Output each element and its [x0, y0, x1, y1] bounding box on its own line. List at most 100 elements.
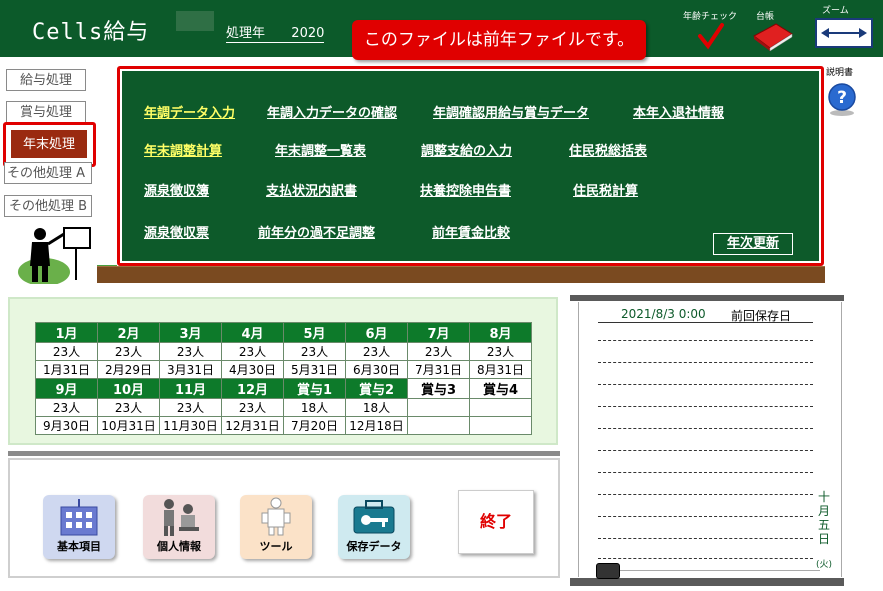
count-cell: 23人: [97, 342, 160, 361]
month-cell[interactable]: 6月: [345, 322, 408, 343]
manual-label: 説明書: [826, 68, 854, 78]
annual-update-button[interactable]: 年次更新: [713, 233, 793, 255]
help-icon[interactable]: ?: [826, 82, 858, 122]
link-nencho-salary-bonus-data[interactable]: 年調確認用給与賞与データ: [433, 102, 589, 121]
memo-scroll-track[interactable]: [620, 570, 820, 571]
basic-settings-button[interactable]: 基本項目: [43, 495, 115, 559]
month-cell[interactable]: 8月: [469, 322, 532, 343]
count-cell: 18人: [345, 398, 408, 417]
processing-year: 処理年 2020: [226, 22, 325, 43]
date-cell: 7月31日: [407, 360, 470, 379]
tool-label: ツール: [259, 540, 293, 553]
last-saved-date: 2021/8/3 0:00: [621, 307, 706, 321]
month-cell[interactable]: 10月: [97, 378, 160, 399]
count-cell: 23人: [159, 398, 222, 417]
date-cell: 7月20日: [283, 416, 346, 435]
date-cell: [469, 416, 532, 435]
bottom-panel-bar: [8, 451, 560, 456]
memo-underline: [598, 322, 813, 323]
tool-button[interactable]: ツール: [240, 495, 312, 559]
link-dependent-declaration[interactable]: 扶養控除申告書: [420, 180, 511, 199]
link-year-end-list[interactable]: 年末調整一覧表: [275, 140, 366, 159]
month-cell[interactable]: 5月: [283, 322, 346, 343]
count-cell: [407, 398, 470, 417]
date-cell: 11月30日: [159, 416, 222, 435]
sidebar-item-year-end[interactable]: 年末処理: [10, 129, 88, 159]
month-cell[interactable]: 11月: [159, 378, 222, 399]
link-withholding-slip[interactable]: 源泉徴収票: [144, 222, 209, 241]
date-cell: 2月29日: [97, 360, 160, 379]
tool-figure-icon: [261, 497, 291, 536]
bonus-cell[interactable]: 賞与3: [407, 378, 470, 399]
link-resident-tax-calc[interactable]: 住民税計算: [573, 180, 638, 199]
memo-scroll-thumb[interactable]: [596, 563, 620, 579]
month-cell[interactable]: 9月: [35, 378, 98, 399]
memo-line: [598, 516, 813, 517]
link-adjustment-payment-input[interactable]: 調整支給の入力: [421, 140, 512, 159]
personal-info-button[interactable]: 個人情報: [143, 495, 215, 559]
sidebar-item-other-a[interactable]: その他処理 A: [4, 162, 92, 184]
chalkboard-ledge: [97, 266, 825, 283]
month-cell[interactable]: 4月: [221, 322, 284, 343]
count-cell: 23人: [35, 342, 98, 361]
link-nencho-data-input[interactable]: 年調データ入力: [144, 102, 235, 121]
zoom-arrows-icon[interactable]: [815, 18, 873, 48]
memo-line: [598, 494, 813, 495]
sidebar-item-bonus[interactable]: 賞与処理: [6, 101, 86, 123]
memo-line: [598, 472, 813, 473]
link-prior-year-wage-compare[interactable]: 前年賃金比較: [432, 222, 510, 241]
calendar-count-row: 23人 23人 23人 23人 23人 23人 23人 23人: [35, 342, 532, 361]
calendar-count-row: 23人 23人 23人 23人 18人 18人: [35, 398, 532, 417]
count-cell: 23人: [283, 342, 346, 361]
link-year-end-calc[interactable]: 年末調整計算: [144, 140, 222, 159]
count-cell: 23人: [159, 342, 222, 361]
checkmark-icon[interactable]: [697, 22, 725, 54]
month-cell[interactable]: 3月: [159, 322, 222, 343]
zoom-label: ズーム: [822, 6, 849, 16]
age-check-label: 年齢チェック: [683, 12, 738, 22]
memo-line: [598, 340, 813, 341]
month-cell[interactable]: 12月: [221, 378, 284, 399]
month-cell[interactable]: 7月: [407, 322, 470, 343]
prior-year-notice: このファイルは前年ファイルです。: [352, 20, 646, 60]
date-cell: 1月31日: [35, 360, 98, 379]
bonus-cell[interactable]: 賞与2: [345, 378, 408, 399]
bonus-cell[interactable]: 賞与1: [283, 378, 346, 399]
sidebar-item-other-b[interactable]: その他処理 B: [4, 195, 92, 217]
exit-button[interactable]: 終了: [458, 490, 534, 554]
app-title: Cells給与: [32, 20, 150, 45]
count-cell: 23人: [97, 398, 160, 417]
count-cell: 23人: [221, 342, 284, 361]
weekday: (火): [816, 560, 833, 570]
building-icon: [60, 499, 98, 536]
link-payment-breakdown[interactable]: 支払状況内訳書: [266, 180, 357, 199]
link-nencho-data-check[interactable]: 年調入力データの確認: [267, 102, 397, 121]
ledger-book-icon[interactable]: [752, 20, 794, 56]
memo-bottom-roller: [570, 578, 844, 586]
month-cell[interactable]: 2月: [97, 322, 160, 343]
memo-line: [598, 384, 813, 385]
memo-line: [598, 450, 813, 451]
count-cell: 23人: [221, 398, 284, 417]
processing-calendar: 1月 2月 3月 4月 5月 6月 7月 8月 23人 23人 23人 23人 …: [35, 322, 532, 435]
link-prior-year-adjustment[interactable]: 前年分の過不足調整: [258, 222, 375, 241]
saved-data-label: 保存データ: [346, 540, 402, 553]
link-resident-tax-summary[interactable]: 住民税総括表: [569, 140, 647, 159]
count-cell: 23人: [407, 342, 470, 361]
date-cell: 6月30日: [345, 360, 408, 379]
memo-panel[interactable]: [578, 302, 842, 577]
count-cell: 23人: [35, 398, 98, 417]
memo-line: [598, 558, 813, 559]
month-cell[interactable]: 1月: [35, 322, 98, 343]
date-cell: 10月31日: [97, 416, 160, 435]
saved-data-button[interactable]: 保存データ: [338, 495, 410, 559]
date-cell: 3月31日: [159, 360, 222, 379]
svg-text:?: ?: [837, 88, 847, 108]
count-cell: [469, 398, 532, 417]
masked-company-name: [176, 11, 214, 31]
vertical-date-char: 十: [818, 490, 831, 504]
link-hire-leave-info[interactable]: 本年入退社情報: [633, 102, 724, 121]
bonus-cell[interactable]: 賞与4: [469, 378, 532, 399]
link-withholding-ledger[interactable]: 源泉徴収簿: [144, 180, 209, 199]
sidebar-item-salary[interactable]: 給与処理: [6, 69, 86, 91]
